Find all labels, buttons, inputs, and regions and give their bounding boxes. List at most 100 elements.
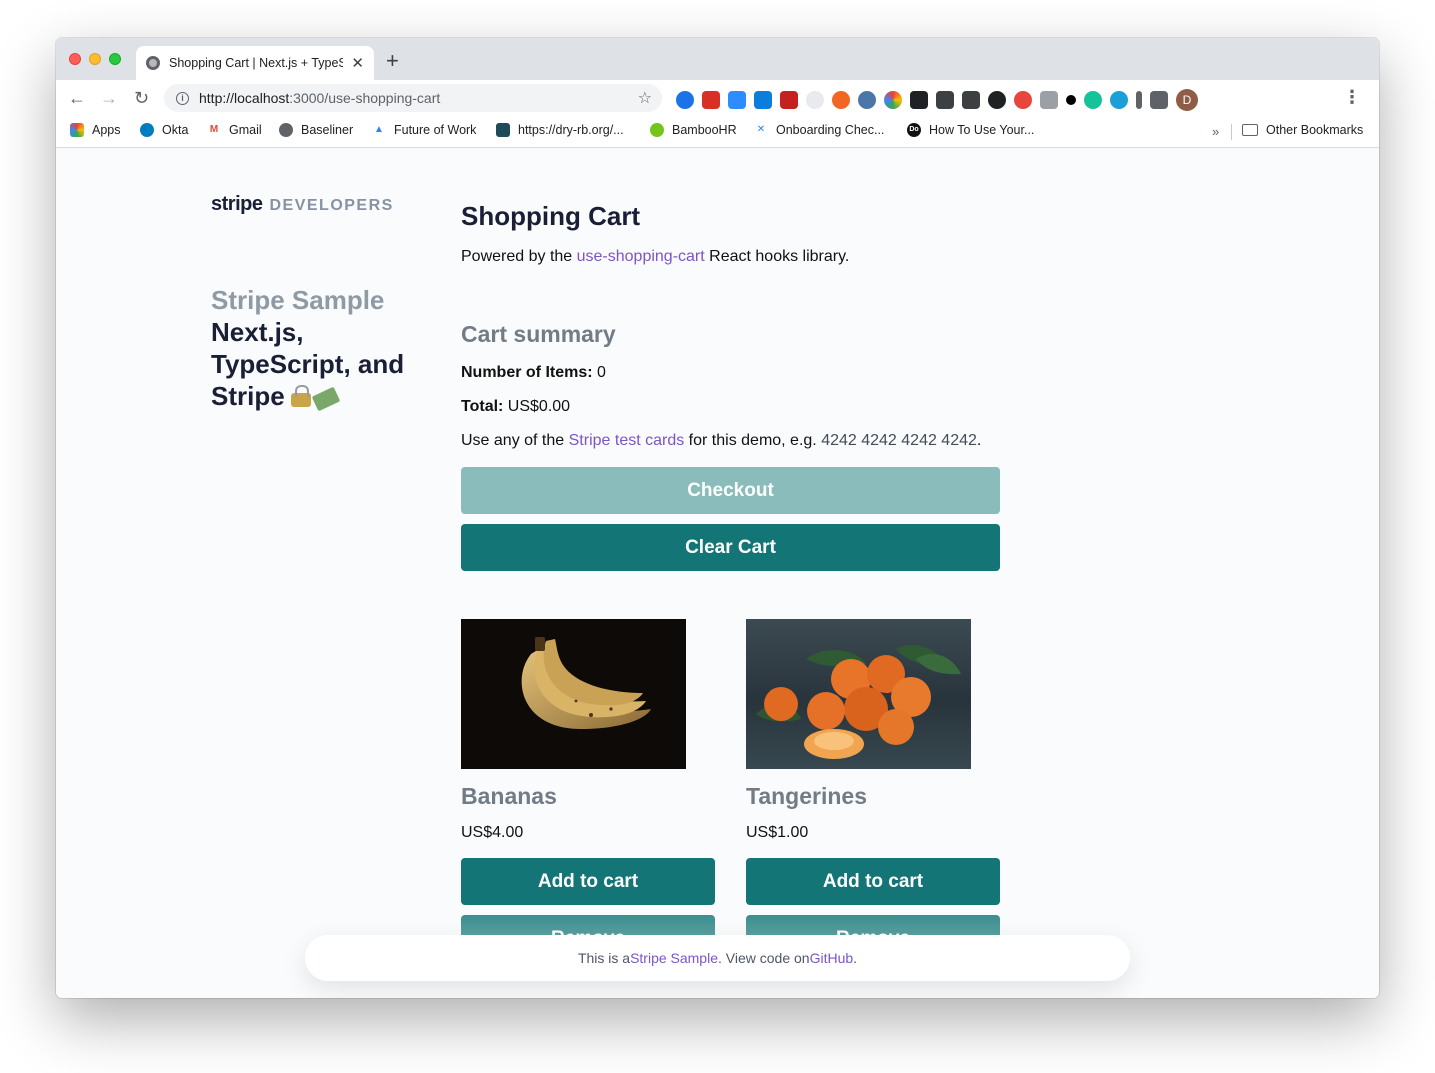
sample-line-3-text: Stripe [211,381,285,411]
active-tab[interactable]: Shopping Cart | Next.js + TypeScript ✕ [136,46,374,80]
test-card-number: 4242 4242 4242 4242 [821,432,977,449]
browser-window: Shopping Cart | Next.js + TypeScript ✕ +… [56,38,1379,998]
powered-by-text: Powered by the use-shopping-cart React h… [461,248,849,266]
extension-icon[interactable] [754,91,772,109]
bookmark-bamboohr[interactable]: BambooHR [650,123,737,137]
profile-avatar[interactable]: D [1176,89,1198,111]
extension-icon[interactable] [988,91,1006,109]
powered-suffix: React hooks library. [704,248,850,265]
other-bookmarks[interactable]: Other Bookmarks [1242,123,1363,137]
extension-icon[interactable] [832,91,850,109]
extension-icon[interactable] [1014,91,1032,109]
powered-prefix: Powered by the [461,248,577,265]
url-path: :3000/use-shopping-cart [289,90,441,106]
confluence-icon: ✕ [754,123,768,137]
bananas-illustration [521,637,651,729]
bookmark-apps[interactable]: Apps [70,123,121,137]
add-to-cart-button[interactable]: Add to cart [461,858,715,905]
number-of-items: Number of Items: 0 [461,364,606,382]
stripe-developers-logo[interactable]: stripe DEVELOPERS [211,193,421,216]
test-middle: for this demo, e.g. [684,432,822,449]
bookmark-gmail[interactable]: M Gmail [207,123,262,137]
grammarly-extension-icon[interactable] [1084,91,1102,109]
atlassian-icon: ▲ [372,123,386,137]
product-card-tangerines: Tangerines US$1.00 Add to cart Remove [746,619,1000,962]
bookmark-how-to-use[interactable]: Do How To Use Your... [907,123,1034,137]
extension-icon[interactable] [1040,91,1058,109]
stripe-test-cards-link[interactable]: Stripe test cards [569,432,685,449]
address-bar[interactable]: i http://localhost:3000/use-shopping-car… [164,84,662,112]
close-tab-icon[interactable]: ✕ [351,56,364,71]
sample-label: Stripe Sample [211,285,385,315]
other-bookmarks-label: Other Bookmarks [1266,123,1364,137]
okta-icon [140,123,154,137]
forward-arrow-icon[interactable]: → [100,86,118,110]
footer-banner: This is a Stripe Sample. View code on Gi… [305,935,1130,981]
footer-middle: . View code on [718,950,810,966]
bookmark-label: Onboarding Chec... [776,123,885,137]
product-name: Tangerines [746,783,867,809]
more-bookmarks-icon[interactable]: » [1212,124,1219,139]
clear-cart-button[interactable]: Clear Cart [461,524,1000,571]
puzzle-extensions-icon[interactable] [1150,91,1168,109]
color-picker-extension-icon[interactable] [884,91,902,109]
tab-title: Shopping Cart | Next.js + TypeScript [169,56,344,70]
bookmark-label: Apps [92,123,121,137]
minimize-window-button[interactable] [89,53,101,65]
info-extension-icon[interactable] [1136,91,1142,109]
bookmark-label: How To Use Your... [929,123,1035,137]
bookmark-star-icon[interactable]: ☆ [638,88,652,108]
bookmark-okta[interactable]: Okta [140,123,188,137]
tab-strip: Shopping Cart | Next.js + TypeScript ✕ + [56,38,1379,80]
folder-icon [1242,124,1258,136]
gmail-icon: M [207,123,221,137]
extension-icon[interactable] [676,91,694,109]
bookmark-dry-rb[interactable]: https://dry-rb.org/... [496,123,624,137]
extension-icon[interactable] [780,91,798,109]
stripe-sample-link[interactable]: Stripe Sample [630,950,718,966]
page-content: stripe DEVELOPERS Stripe Sample Next.js,… [56,149,1379,998]
lock-emoji-icon [290,385,311,407]
bananas-image [461,619,686,769]
url-text[interactable]: http://localhost:3000/use-shopping-cart [199,90,440,106]
money-with-wings-emoji-icon [311,386,340,412]
sample-line-2: TypeScript, and [211,349,405,379]
bookmark-future-of-work[interactable]: ▲ Future of Work [372,123,476,137]
close-window-button[interactable] [69,53,81,65]
items-label: Number of Items: [461,364,593,381]
apps-grid-icon [70,123,84,137]
extension-icon[interactable] [858,91,876,109]
logo-suffix: DEVELOPERS [269,197,394,214]
extension-icon[interactable] [1066,95,1076,105]
product-price: US$1.00 [746,824,809,841]
total-label: Total: [461,398,504,415]
reload-icon[interactable]: ↻ [134,86,149,110]
extension-icon[interactable] [806,91,824,109]
checkout-button[interactable]: Checkout [461,467,1000,514]
add-to-cart-button[interactable]: Add to cart [746,858,1000,905]
zoom-window-button[interactable] [109,53,121,65]
use-shopping-cart-link[interactable]: use-shopping-cart [577,248,705,265]
info-icon[interactable]: i [176,91,189,105]
browser-menu-icon[interactable]: ⋮ [1343,87,1361,107]
bookmark-label: https://dry-rb.org/... [518,123,624,137]
items-value: 0 [592,364,606,381]
extension-icon[interactable] [1110,91,1128,109]
sidebar: stripe DEVELOPERS Stripe Sample Next.js,… [211,193,421,412]
bookmark-onboarding[interactable]: ✕ Onboarding Chec... [754,123,884,137]
github-link[interactable]: GitHub [810,950,854,966]
cart-summary-title: Cart summary [461,321,616,347]
bookmark-baseliner[interactable]: Baseliner [279,123,353,137]
extension-icon[interactable] [910,91,928,109]
back-arrow-icon[interactable]: ← [68,86,86,110]
sample-line-1: Next.js, [211,317,304,347]
new-tab-button[interactable]: + [386,50,399,72]
bookmarks-divider [1231,124,1232,140]
extension-icon[interactable] [962,91,980,109]
tangerines-image [746,619,971,769]
extension-icon[interactable] [702,91,720,109]
product-name: Bananas [461,783,557,809]
bookmark-label: Baseliner [301,123,354,137]
zoom-extension-icon[interactable] [728,91,746,109]
camera-extension-icon[interactable] [936,91,954,109]
